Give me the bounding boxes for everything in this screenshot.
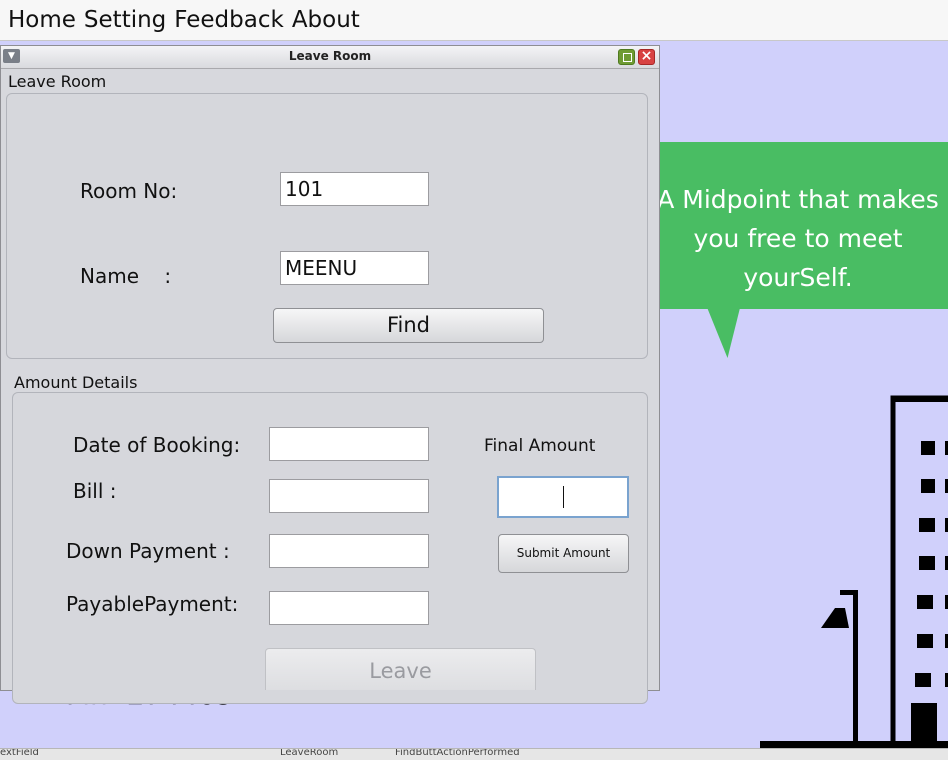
payable-payment-label: PayablePayment: [66,592,239,616]
bubble-line-1: A Midpoint that makes [657,185,939,214]
menu-bar: Home Setting Feedback About [0,0,948,41]
date-of-booking-input[interactable] [269,427,429,461]
close-icon[interactable]: × [638,49,655,65]
payable-payment-input[interactable] [269,591,429,625]
text-caret [563,486,564,508]
down-payment-input[interactable] [269,534,429,568]
menu-feedback[interactable]: Feedback [169,7,289,33]
bubble-line-2: you free to meet [693,224,903,253]
status-bar: extField LeaveRoom FindButtActionPerform… [0,748,948,760]
window-title: Leave Room [288,49,372,63]
window-titlebar[interactable]: ▼ Leave Room × [1,46,659,69]
bill-input[interactable] [269,479,429,513]
name-input[interactable]: MEENU [280,251,429,285]
menu-about[interactable]: About [287,7,365,33]
status-item-2[interactable]: LeaveRoom [280,749,338,758]
menu-setting[interactable]: Setting [79,7,171,33]
leave-button[interactable]: Leave [265,648,536,690]
bubble-text: A Midpoint that makes you free to meet y… [648,180,948,297]
status-item-3[interactable]: FindButtActionPerformed [395,749,520,758]
room-no-input[interactable]: 101 [280,172,429,206]
group-amount-title: Amount Details [14,373,138,392]
bubble-line-3: yourSelf. [743,263,853,292]
status-item-1: extField [0,748,39,758]
date-of-booking-label: Date of Booking: [73,433,241,457]
final-amount-input[interactable] [497,476,629,518]
down-payment-label: Down Payment : [66,539,230,563]
room-no-label: Room No: [80,179,178,203]
menu-home[interactable]: Home [0,7,81,33]
street-lamp [821,590,858,748]
bill-label: Bill : [73,479,117,503]
leave-room-window: ▼ Leave Room × Leave Room Room No: 101 N… [0,45,660,704]
name-label: Name : [80,264,171,288]
building-outline [890,395,948,753]
name-label-text: Name : [80,264,172,288]
final-amount-label: Final Amount [484,436,596,456]
building-illustration [760,395,948,753]
maximize-icon[interactable] [618,49,635,65]
group-leave-room-title: Leave Room [8,72,107,91]
submit-amount-button[interactable]: Submit Amount [498,534,629,573]
building-windows [915,441,948,687]
find-button[interactable]: Find [273,308,544,343]
building-top [893,396,948,402]
